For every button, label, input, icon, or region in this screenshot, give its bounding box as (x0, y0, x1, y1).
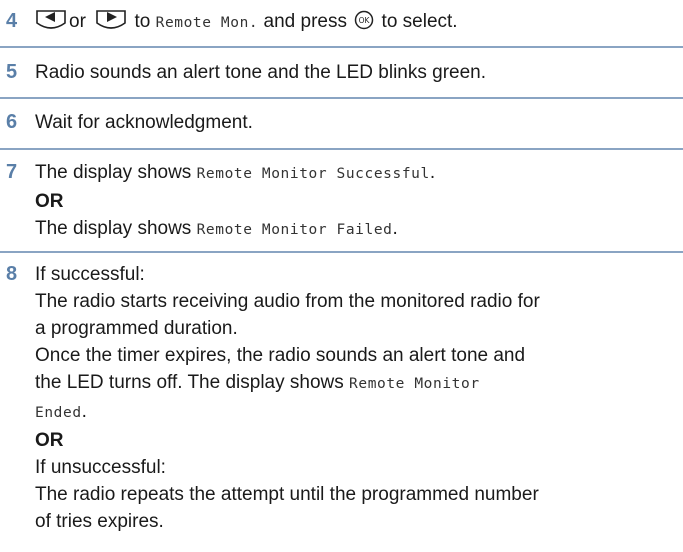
menu-item-remote-mon: Remote Mon. (155, 15, 259, 31)
step-number: 7 (6, 161, 18, 183)
display-failed-line: The display shows Remote Monitor Failed. (35, 218, 398, 239)
step-number: 8 (6, 263, 18, 285)
or-label: OR (35, 191, 64, 212)
if-successful: If successful: (35, 264, 145, 285)
left-arrow-key-icon (36, 10, 66, 29)
step-6: 6 Wait for acknowledgment. (0, 109, 683, 139)
step-text: The display shows Remote Monitor Success… (35, 159, 675, 244)
display-message: Remote Monitor (349, 376, 480, 392)
step-text: or to Remote Mon. and press OK to select… (35, 8, 675, 37)
step-text: Radio sounds an alert tone and the LED b… (35, 62, 487, 83)
divider (0, 97, 683, 99)
right-arrow-key-icon (96, 10, 126, 29)
step-number: 6 (6, 111, 18, 133)
or-word: or (69, 11, 86, 32)
step-text: Wait for acknowledgment. (35, 112, 253, 133)
display-message: Remote Monitor Failed (196, 222, 393, 238)
procedure-page: 4 or to Remote Mon. and press OK to sele… (0, 0, 683, 552)
step-7: 7 The display shows Remote Monitor Succe… (0, 159, 683, 243)
step-text: If successful: The radio starts receivin… (35, 261, 675, 535)
display-message: Ended (35, 405, 82, 421)
divider (0, 148, 683, 150)
select-text: to select. (381, 11, 458, 32)
divider (0, 251, 683, 253)
display-message: Remote Monitor Successful (196, 166, 430, 182)
press-text: and press (263, 11, 347, 32)
step-number: 4 (6, 10, 18, 32)
ok-key-icon: OK (355, 10, 374, 30)
step-5: 5 Radio sounds an alert tone and the LED… (0, 59, 683, 89)
or-label: OR (35, 430, 64, 451)
if-unsuccessful: If unsuccessful: (35, 457, 166, 478)
step-4: 4 or to Remote Mon. and press OK to sele… (0, 8, 683, 38)
to-word: to (134, 11, 151, 32)
step-8: 8 If successful: The radio starts receiv… (0, 261, 683, 551)
divider (0, 46, 683, 48)
svg-text:OK: OK (359, 16, 371, 25)
display-successful-line: The display shows Remote Monitor Success… (35, 162, 436, 183)
step-number: 5 (6, 61, 18, 83)
